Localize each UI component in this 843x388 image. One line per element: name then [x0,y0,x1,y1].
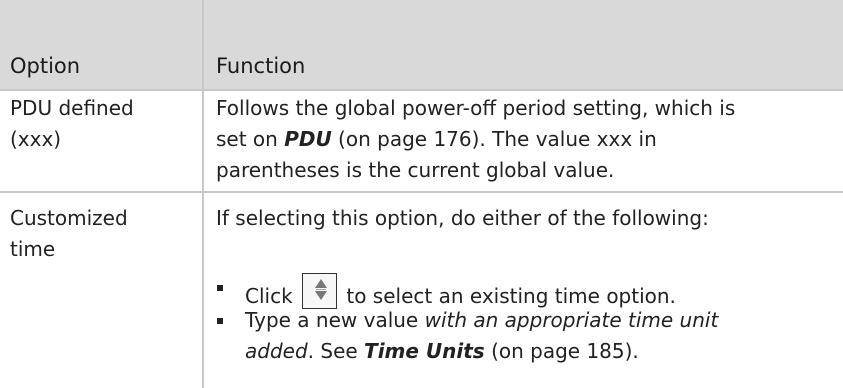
option-pdu-defined-line1: PDU defined [10,96,134,120]
function-pdu-defined-line1: Follows the global power-off period sett… [216,96,736,120]
function-customized-intro: If selecting this option, do either of t… [216,206,709,230]
table-row-divider [0,191,843,193]
emphasis-text: with an appropriate time unit [424,308,719,332]
column-header-function: Function [216,54,306,78]
option-customized-time-line2: time [10,237,56,261]
time-units-cross-reference-link[interactable]: Time Units [364,339,485,363]
bullet-text: . See [307,339,365,363]
bullet-marker [217,318,223,324]
column-header-option: Option [10,54,81,78]
table-column-divider [202,0,204,388]
option-customized-time-line1: Customized [10,206,128,230]
arrow-up-icon [315,279,328,288]
bullet-type-value-line1: Type a new value with an appropriate tim… [245,305,718,336]
option-pdu-defined-line2: (xxx) [10,127,62,151]
spinner-icon [302,273,338,309]
table-row-divider [0,89,843,91]
function-text: (on page 176). The value xxx in [331,127,657,151]
bullet-type-value-line2: added. See Time Units (on page 185). [245,336,639,367]
function-pdu-defined-line2: set on PDU (on page 176). The value xxx … [216,124,657,155]
emphasis-text: added [245,339,308,363]
table-header-row [0,0,843,89]
bullet-text: (on page 185). [484,339,639,363]
spinner-divider [316,289,327,290]
bullet-text: Type a new value [245,308,425,332]
function-text: set on [216,127,285,151]
function-pdu-defined-line3: parentheses is the current global value. [216,158,615,182]
arrow-down-icon [315,291,328,300]
options-table: Option Function PDU defined (xxx) Follow… [0,0,843,388]
pdu-cross-reference-link[interactable]: PDU [284,127,332,151]
bullet-marker [217,285,223,291]
